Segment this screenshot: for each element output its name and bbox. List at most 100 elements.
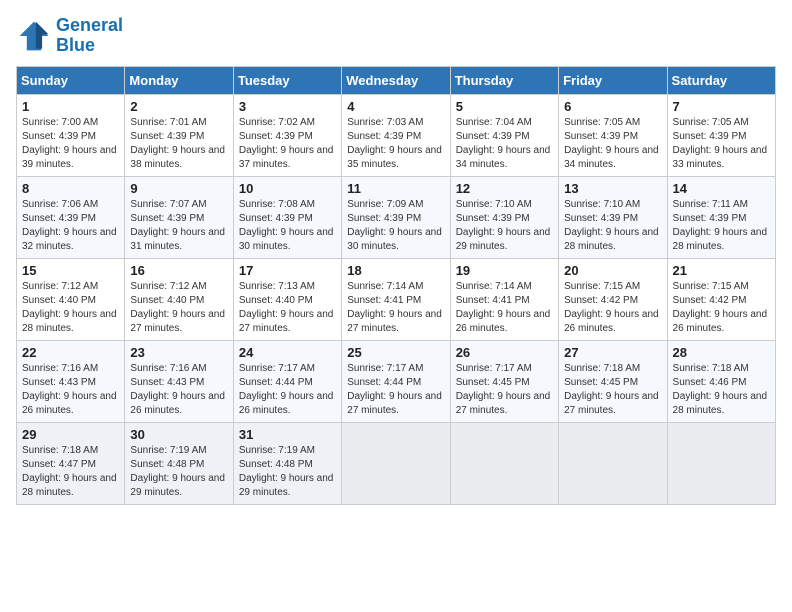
weekday-header-monday: Monday	[125, 66, 233, 94]
day-number: 18	[347, 263, 444, 278]
logo-icon	[16, 18, 52, 54]
weekday-header-thursday: Thursday	[450, 66, 558, 94]
calendar-cell: 20 Sunrise: 7:15 AMSunset: 4:42 PMDaylig…	[559, 258, 667, 340]
day-number: 25	[347, 345, 444, 360]
day-number: 26	[456, 345, 553, 360]
calendar-cell: 4 Sunrise: 7:03 AMSunset: 4:39 PMDayligh…	[342, 94, 450, 176]
day-info: Sunrise: 7:17 AMSunset: 4:45 PMDaylight:…	[456, 362, 553, 418]
day-info: Sunrise: 7:18 AMSunset: 4:47 PMDaylight:…	[22, 444, 119, 500]
day-number: 21	[673, 263, 770, 278]
day-number: 28	[673, 345, 770, 360]
calendar-week-4: 22 Sunrise: 7:16 AMSunset: 4:43 PMDaylig…	[17, 340, 776, 422]
day-info: Sunrise: 7:06 AMSunset: 4:39 PMDaylight:…	[22, 198, 119, 254]
calendar-cell: 19 Sunrise: 7:14 AMSunset: 4:41 PMDaylig…	[450, 258, 558, 340]
calendar-cell: 11 Sunrise: 7:09 AMSunset: 4:39 PMDaylig…	[342, 176, 450, 258]
calendar-cell: 10 Sunrise: 7:08 AMSunset: 4:39 PMDaylig…	[233, 176, 341, 258]
day-number: 12	[456, 181, 553, 196]
day-number: 8	[22, 181, 119, 196]
day-number: 16	[130, 263, 227, 278]
day-info: Sunrise: 7:14 AMSunset: 4:41 PMDaylight:…	[456, 280, 553, 336]
calendar-cell: 12 Sunrise: 7:10 AMSunset: 4:39 PMDaylig…	[450, 176, 558, 258]
day-number: 10	[239, 181, 336, 196]
calendar-cell: 2 Sunrise: 7:01 AMSunset: 4:39 PMDayligh…	[125, 94, 233, 176]
day-info: Sunrise: 7:13 AMSunset: 4:40 PMDaylight:…	[239, 280, 336, 336]
day-info: Sunrise: 7:02 AMSunset: 4:39 PMDaylight:…	[239, 116, 336, 172]
calendar-week-1: 1 Sunrise: 7:00 AMSunset: 4:39 PMDayligh…	[17, 94, 776, 176]
calendar-cell: 5 Sunrise: 7:04 AMSunset: 4:39 PMDayligh…	[450, 94, 558, 176]
day-info: Sunrise: 7:19 AMSunset: 4:48 PMDaylight:…	[239, 444, 336, 500]
day-info: Sunrise: 7:00 AMSunset: 4:39 PMDaylight:…	[22, 116, 119, 172]
day-info: Sunrise: 7:01 AMSunset: 4:39 PMDaylight:…	[130, 116, 227, 172]
day-number: 7	[673, 99, 770, 114]
day-number: 14	[673, 181, 770, 196]
day-info: Sunrise: 7:18 AMSunset: 4:46 PMDaylight:…	[673, 362, 770, 418]
calendar-cell: 18 Sunrise: 7:14 AMSunset: 4:41 PMDaylig…	[342, 258, 450, 340]
day-info: Sunrise: 7:10 AMSunset: 4:39 PMDaylight:…	[456, 198, 553, 254]
day-info: Sunrise: 7:03 AMSunset: 4:39 PMDaylight:…	[347, 116, 444, 172]
day-number: 4	[347, 99, 444, 114]
calendar-week-2: 8 Sunrise: 7:06 AMSunset: 4:39 PMDayligh…	[17, 176, 776, 258]
day-number: 6	[564, 99, 661, 114]
calendar-table: SundayMondayTuesdayWednesdayThursdayFrid…	[16, 66, 776, 505]
calendar-week-5: 29 Sunrise: 7:18 AMSunset: 4:47 PMDaylig…	[17, 422, 776, 504]
day-info: Sunrise: 7:10 AMSunset: 4:39 PMDaylight:…	[564, 198, 661, 254]
calendar-cell: 1 Sunrise: 7:00 AMSunset: 4:39 PMDayligh…	[17, 94, 125, 176]
weekday-header-tuesday: Tuesday	[233, 66, 341, 94]
calendar-cell	[450, 422, 558, 504]
calendar-week-3: 15 Sunrise: 7:12 AMSunset: 4:40 PMDaylig…	[17, 258, 776, 340]
day-number: 3	[239, 99, 336, 114]
day-number: 17	[239, 263, 336, 278]
calendar-cell: 31 Sunrise: 7:19 AMSunset: 4:48 PMDaylig…	[233, 422, 341, 504]
day-info: Sunrise: 7:05 AMSunset: 4:39 PMDaylight:…	[564, 116, 661, 172]
day-number: 11	[347, 181, 444, 196]
day-number: 19	[456, 263, 553, 278]
day-number: 29	[22, 427, 119, 442]
calendar-cell: 25 Sunrise: 7:17 AMSunset: 4:44 PMDaylig…	[342, 340, 450, 422]
day-number: 13	[564, 181, 661, 196]
day-info: Sunrise: 7:18 AMSunset: 4:45 PMDaylight:…	[564, 362, 661, 418]
calendar-cell: 24 Sunrise: 7:17 AMSunset: 4:44 PMDaylig…	[233, 340, 341, 422]
day-info: Sunrise: 7:15 AMSunset: 4:42 PMDaylight:…	[673, 280, 770, 336]
day-info: Sunrise: 7:15 AMSunset: 4:42 PMDaylight:…	[564, 280, 661, 336]
page-header: General Blue	[16, 16, 776, 56]
day-info: Sunrise: 7:05 AMSunset: 4:39 PMDaylight:…	[673, 116, 770, 172]
weekday-header-saturday: Saturday	[667, 66, 775, 94]
calendar-cell: 27 Sunrise: 7:18 AMSunset: 4:45 PMDaylig…	[559, 340, 667, 422]
calendar-cell: 3 Sunrise: 7:02 AMSunset: 4:39 PMDayligh…	[233, 94, 341, 176]
day-info: Sunrise: 7:16 AMSunset: 4:43 PMDaylight:…	[22, 362, 119, 418]
day-number: 30	[130, 427, 227, 442]
day-info: Sunrise: 7:09 AMSunset: 4:39 PMDaylight:…	[347, 198, 444, 254]
calendar-cell: 8 Sunrise: 7:06 AMSunset: 4:39 PMDayligh…	[17, 176, 125, 258]
calendar-cell	[667, 422, 775, 504]
day-number: 5	[456, 99, 553, 114]
calendar-cell: 14 Sunrise: 7:11 AMSunset: 4:39 PMDaylig…	[667, 176, 775, 258]
calendar-cell: 23 Sunrise: 7:16 AMSunset: 4:43 PMDaylig…	[125, 340, 233, 422]
calendar-cell: 30 Sunrise: 7:19 AMSunset: 4:48 PMDaylig…	[125, 422, 233, 504]
calendar-cell: 22 Sunrise: 7:16 AMSunset: 4:43 PMDaylig…	[17, 340, 125, 422]
day-info: Sunrise: 7:12 AMSunset: 4:40 PMDaylight:…	[130, 280, 227, 336]
calendar-cell: 29 Sunrise: 7:18 AMSunset: 4:47 PMDaylig…	[17, 422, 125, 504]
calendar-cell	[559, 422, 667, 504]
day-info: Sunrise: 7:14 AMSunset: 4:41 PMDaylight:…	[347, 280, 444, 336]
day-number: 9	[130, 181, 227, 196]
day-info: Sunrise: 7:07 AMSunset: 4:39 PMDaylight:…	[130, 198, 227, 254]
weekday-header-wednesday: Wednesday	[342, 66, 450, 94]
calendar-cell: 7 Sunrise: 7:05 AMSunset: 4:39 PMDayligh…	[667, 94, 775, 176]
day-number: 1	[22, 99, 119, 114]
day-number: 22	[22, 345, 119, 360]
calendar-cell: 21 Sunrise: 7:15 AMSunset: 4:42 PMDaylig…	[667, 258, 775, 340]
calendar-cell: 9 Sunrise: 7:07 AMSunset: 4:39 PMDayligh…	[125, 176, 233, 258]
weekday-header-friday: Friday	[559, 66, 667, 94]
day-number: 20	[564, 263, 661, 278]
calendar-cell: 17 Sunrise: 7:13 AMSunset: 4:40 PMDaylig…	[233, 258, 341, 340]
day-info: Sunrise: 7:04 AMSunset: 4:39 PMDaylight:…	[456, 116, 553, 172]
calendar-cell: 15 Sunrise: 7:12 AMSunset: 4:40 PMDaylig…	[17, 258, 125, 340]
day-info: Sunrise: 7:12 AMSunset: 4:40 PMDaylight:…	[22, 280, 119, 336]
logo: General Blue	[16, 16, 123, 56]
calendar-cell: 16 Sunrise: 7:12 AMSunset: 4:40 PMDaylig…	[125, 258, 233, 340]
weekday-header-sunday: Sunday	[17, 66, 125, 94]
calendar-cell: 28 Sunrise: 7:18 AMSunset: 4:46 PMDaylig…	[667, 340, 775, 422]
day-info: Sunrise: 7:17 AMSunset: 4:44 PMDaylight:…	[239, 362, 336, 418]
day-info: Sunrise: 7:11 AMSunset: 4:39 PMDaylight:…	[673, 198, 770, 254]
logo-text: General Blue	[56, 16, 123, 56]
